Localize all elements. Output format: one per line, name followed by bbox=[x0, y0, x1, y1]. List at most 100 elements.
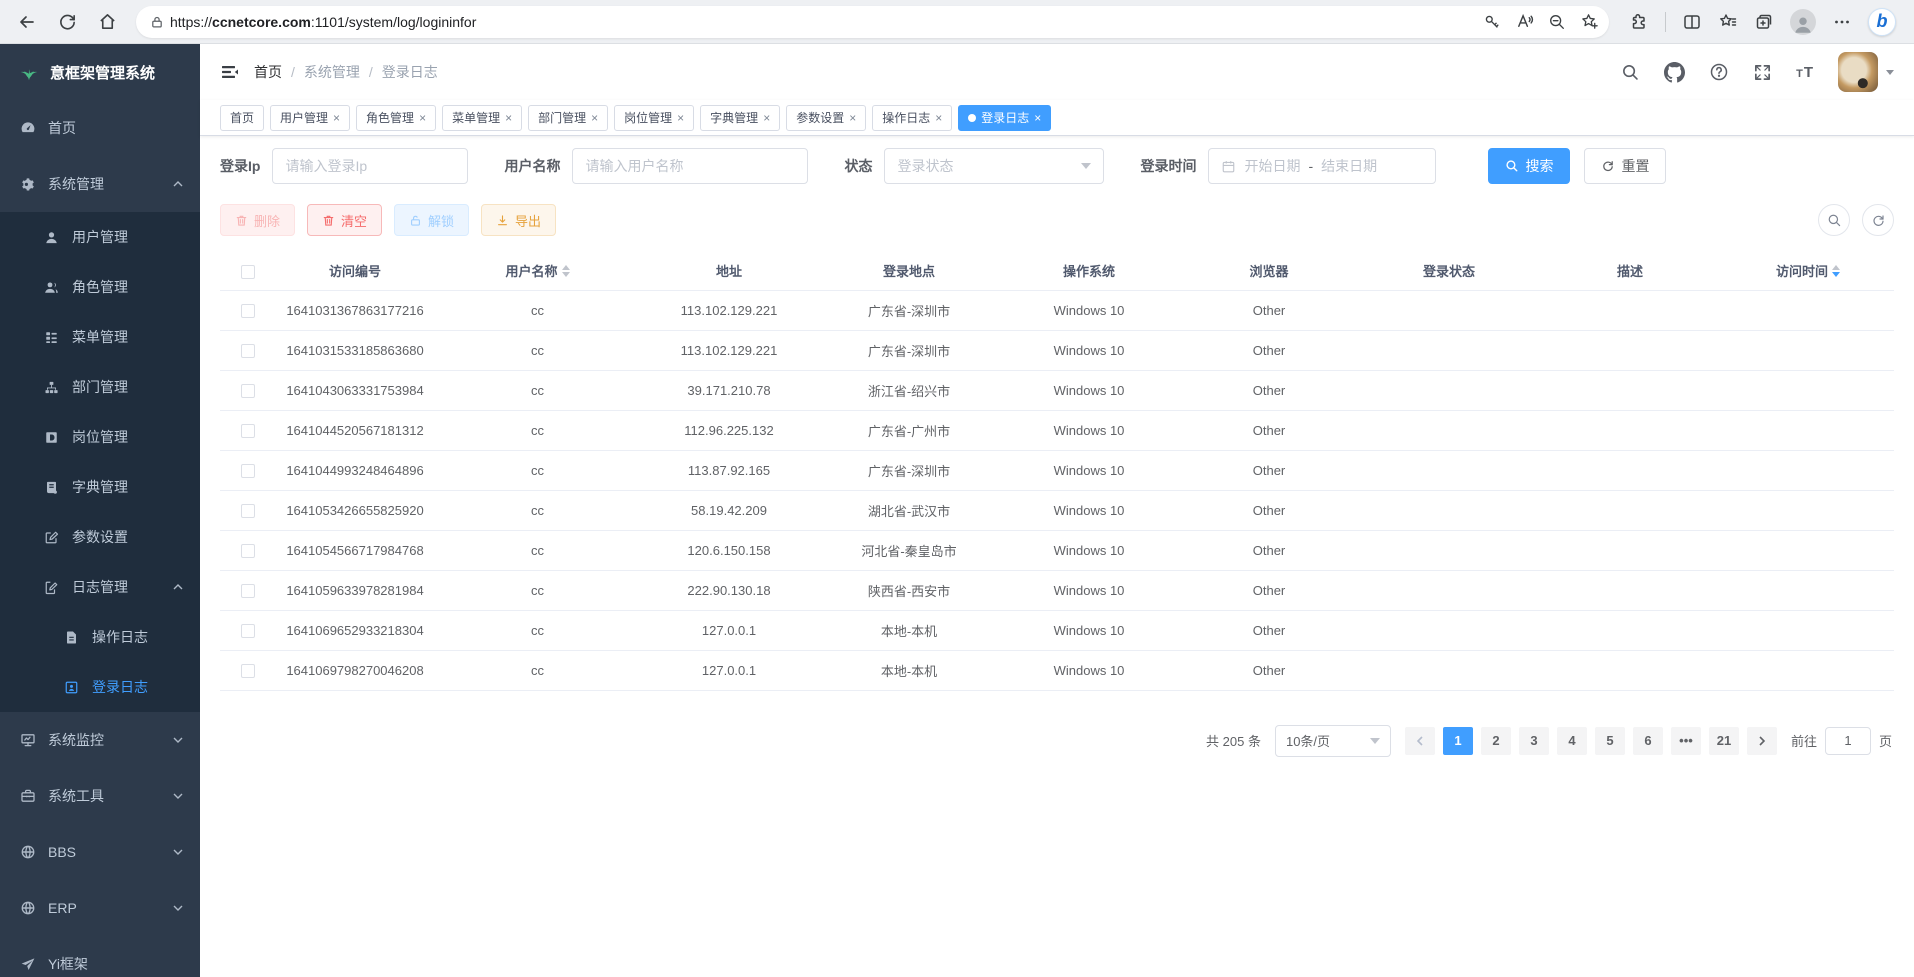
tab-dictionary[interactable]: 字典管理× bbox=[700, 105, 780, 131]
help-icon[interactable] bbox=[1709, 62, 1729, 82]
back-icon[interactable] bbox=[10, 5, 44, 39]
extensions-icon[interactable] bbox=[1629, 12, 1649, 32]
font-size-icon[interactable]: TT bbox=[1796, 64, 1814, 81]
table-row[interactable]: 1641053426655825920cc58.19.42.209湖北省-武汉市… bbox=[220, 490, 1894, 530]
table-row[interactable]: 1641059633978281984cc222.90.130.18陕西省-西安… bbox=[220, 570, 1894, 610]
sidebar-item-roles[interactable]: 角色管理 bbox=[0, 262, 200, 312]
browser-profile-avatar[interactable] bbox=[1790, 9, 1816, 35]
close-icon[interactable]: × bbox=[591, 112, 598, 124]
sidebar-item-tools[interactable]: 系统工具 bbox=[0, 768, 200, 824]
sidebar-item-posts[interactable]: 岗位管理 bbox=[0, 412, 200, 462]
page-button-1[interactable]: 1 bbox=[1443, 727, 1473, 755]
row-checkbox[interactable] bbox=[241, 584, 255, 598]
table-refresh-icon[interactable] bbox=[1862, 204, 1894, 236]
refresh-icon[interactable] bbox=[50, 5, 84, 39]
sort-icon[interactable] bbox=[1832, 265, 1840, 277]
page-button-6[interactable]: 6 bbox=[1633, 727, 1663, 755]
row-checkbox[interactable] bbox=[241, 464, 255, 478]
clear-button[interactable]: 清空 bbox=[307, 204, 382, 236]
sidebar-item-yi-framework[interactable]: Yi框架 bbox=[0, 936, 200, 977]
collections-icon[interactable] bbox=[1754, 12, 1774, 32]
select-all-checkbox[interactable] bbox=[241, 265, 255, 279]
sidebar-item-parameters[interactable]: 参数设置 bbox=[0, 512, 200, 562]
search-button[interactable]: 搜索 bbox=[1488, 148, 1570, 184]
sidebar-item-menus[interactable]: 菜单管理 bbox=[0, 312, 200, 362]
table-row[interactable]: 1641054566717984768cc120.6.150.158河北省-秦皇… bbox=[220, 530, 1894, 570]
page-button-5[interactable]: 5 bbox=[1595, 727, 1625, 755]
close-icon[interactable]: × bbox=[763, 112, 770, 124]
page-button-4[interactable]: 4 bbox=[1557, 727, 1587, 755]
row-checkbox[interactable] bbox=[241, 384, 255, 398]
sidebar-item-monitor[interactable]: 系统监控 bbox=[0, 712, 200, 768]
tab-menus[interactable]: 菜单管理× bbox=[442, 105, 522, 131]
table-row[interactable]: 1641031533185863680cc113.102.129.221广东省-… bbox=[220, 330, 1894, 370]
table-row[interactable]: 1641044520567181312cc112.96.225.132广东省-广… bbox=[220, 410, 1894, 450]
table-row[interactable]: 1641043063331753984cc39.171.210.78浙江省-绍兴… bbox=[220, 370, 1894, 410]
breadcrumb-home[interactable]: 首页 bbox=[254, 62, 282, 82]
user-name-input[interactable] bbox=[585, 158, 795, 174]
sidebar-fold-icon[interactable] bbox=[220, 62, 240, 82]
row-checkbox[interactable] bbox=[241, 544, 255, 558]
tab-home[interactable]: 首页 bbox=[220, 105, 264, 131]
delete-button[interactable]: 删除 bbox=[220, 204, 295, 236]
row-checkbox[interactable] bbox=[241, 624, 255, 638]
sidebar-item-erp[interactable]: ERP bbox=[0, 880, 200, 936]
next-page-button[interactable] bbox=[1747, 727, 1777, 755]
sidebar-item-departments[interactable]: 部门管理 bbox=[0, 362, 200, 412]
sidebar-item-dictionary[interactable]: 字典管理 bbox=[0, 462, 200, 512]
tab-users[interactable]: 用户管理× bbox=[270, 105, 350, 131]
tab-parameters[interactable]: 参数设置× bbox=[786, 105, 866, 131]
fullscreen-icon[interactable] bbox=[1753, 63, 1772, 82]
avatar-caret-icon[interactable] bbox=[1886, 70, 1894, 75]
page-button-2[interactable]: 2 bbox=[1481, 727, 1511, 755]
password-key-icon[interactable] bbox=[1483, 13, 1501, 31]
close-icon[interactable]: × bbox=[333, 112, 340, 124]
sidebar-item-login-log[interactable]: 登录日志 bbox=[0, 662, 200, 712]
read-aloud-icon[interactable] bbox=[1515, 12, 1534, 31]
page-button-3[interactable]: 3 bbox=[1519, 727, 1549, 755]
prev-page-button[interactable] bbox=[1405, 727, 1435, 755]
table-search-icon[interactable] bbox=[1818, 204, 1850, 236]
close-icon[interactable]: × bbox=[505, 112, 512, 124]
tab-login-log[interactable]: 登录日志× bbox=[958, 105, 1051, 131]
add-favorite-icon[interactable] bbox=[1580, 12, 1599, 31]
close-icon[interactable]: × bbox=[677, 112, 684, 124]
site-security-icon[interactable] bbox=[150, 15, 164, 29]
row-checkbox[interactable] bbox=[241, 424, 255, 438]
close-icon[interactable]: × bbox=[849, 112, 856, 124]
unlock-button[interactable]: 解锁 bbox=[394, 204, 469, 236]
login-ip-input[interactable] bbox=[285, 158, 455, 174]
col-visit-time[interactable]: 访问时间 bbox=[1722, 252, 1894, 290]
close-icon[interactable]: × bbox=[419, 112, 426, 124]
address-bar[interactable]: https://ccnetcore.com:1101/system/log/lo… bbox=[136, 6, 1609, 38]
row-checkbox[interactable] bbox=[241, 344, 255, 358]
row-checkbox[interactable] bbox=[241, 304, 255, 318]
table-row[interactable]: 1641031367863177216cc113.102.129.221广东省-… bbox=[220, 290, 1894, 330]
reset-button[interactable]: 重置 bbox=[1584, 148, 1666, 184]
sidebar-item-operation-log[interactable]: 操作日志 bbox=[0, 612, 200, 662]
split-screen-icon[interactable] bbox=[1682, 12, 1702, 32]
tab-departments[interactable]: 部门管理× bbox=[528, 105, 608, 131]
table-row[interactable]: 1641069652933218304cc127.0.0.1本地-本机Windo… bbox=[220, 610, 1894, 650]
sort-icon[interactable] bbox=[562, 265, 570, 277]
export-button[interactable]: 导出 bbox=[481, 204, 556, 236]
tab-posts[interactable]: 岗位管理× bbox=[614, 105, 694, 131]
sidebar-item-bbs[interactable]: BBS bbox=[0, 824, 200, 880]
tab-operation-log[interactable]: 操作日志× bbox=[872, 105, 952, 131]
table-row[interactable]: 1641069798270046208cc127.0.0.1本地-本机Windo… bbox=[220, 650, 1894, 690]
home-icon[interactable] bbox=[90, 5, 124, 39]
github-icon[interactable] bbox=[1664, 62, 1685, 83]
sidebar-item-system[interactable]: 系统管理 bbox=[0, 156, 200, 212]
more-pages-button[interactable]: ••• bbox=[1671, 727, 1701, 755]
sidebar-item-logs[interactable]: 日志管理 bbox=[0, 562, 200, 612]
page-size-select[interactable]: 10条/页 bbox=[1275, 725, 1391, 757]
bing-chat-icon[interactable]: b bbox=[1868, 8, 1896, 36]
table-row[interactable]: 1641044993248464896cc113.87.92.165广东省-深圳… bbox=[220, 450, 1894, 490]
zoom-out-icon[interactable] bbox=[1548, 13, 1566, 31]
status-select[interactable]: 登录状态 bbox=[884, 148, 1104, 184]
close-icon[interactable]: × bbox=[1034, 112, 1041, 124]
user-avatar[interactable] bbox=[1838, 52, 1878, 92]
header-search-icon[interactable] bbox=[1621, 63, 1640, 82]
sidebar-item-users[interactable]: 用户管理 bbox=[0, 212, 200, 262]
close-icon[interactable]: × bbox=[935, 112, 942, 124]
